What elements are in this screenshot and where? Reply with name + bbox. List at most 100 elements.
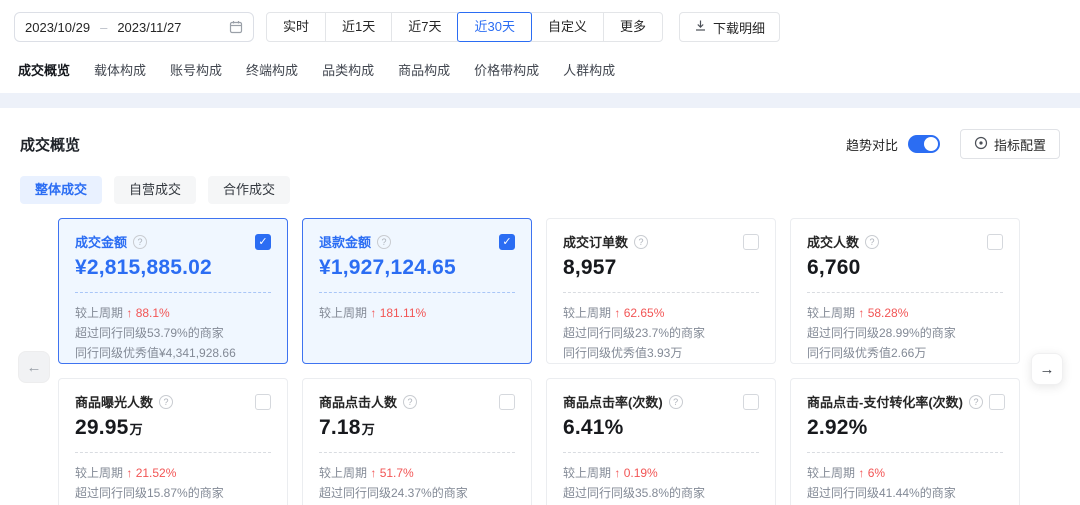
nav-tab[interactable]: 商品构成 (394, 58, 454, 81)
time-range-label: 自定义 (548, 19, 587, 34)
section-divider-band (0, 93, 1080, 108)
metric-trend: 较上周期 ↑ 51.7% (319, 463, 515, 483)
metric-card[interactable]: 商品点击率(次数) ? ✓ 6.41% 较上周期 ↑ 0.19% 超过同行同级3… (546, 378, 776, 505)
metric-value: 6.41% (563, 416, 759, 440)
time-range-button[interactable]: 近30天 (457, 12, 531, 42)
time-range-label: 近30天 (474, 19, 514, 34)
metric-title: 成交金额 (75, 232, 127, 251)
download-detail-button[interactable]: 下载明细 (679, 12, 780, 42)
time-range-button[interactable]: 近1天 (325, 12, 392, 42)
dashed-divider (807, 292, 1003, 293)
metric-card[interactable]: 商品点击人数 ? ✓ 7.18万 较上周期 ↑ 51.7% 超过同行同级24.3… (302, 378, 532, 505)
metric-card[interactable]: 退款金额 ? ✓ ¥1,927,124.65 较上周期 ↑ 181.11% (302, 218, 532, 364)
metric-title: 商品点击-支付转化率(次数) (807, 392, 963, 411)
help-icon[interactable]: ? (159, 395, 173, 409)
metric-peer-rank: 超过同行同级41.44%的商家 (807, 483, 1003, 503)
help-icon[interactable]: ? (634, 235, 648, 249)
metric-peer-rank: 超过同行同级15.87%的商家 (75, 483, 271, 503)
up-arrow-icon: ↑ (126, 466, 132, 480)
dashed-divider (75, 292, 271, 293)
toggle-knob (924, 137, 938, 151)
nav-tab[interactable]: 账号构成 (166, 58, 226, 81)
dashed-divider (319, 292, 515, 293)
time-range-button[interactable]: 更多 (603, 12, 663, 42)
metric-trend: 较上周期 ↑ 62.65% (563, 303, 759, 323)
target-config-icon (974, 136, 988, 153)
metric-checkbox[interactable]: ✓ (987, 234, 1003, 250)
date-range-input[interactable]: 2023/10/29 – 2023/11/27 (14, 12, 254, 42)
help-icon[interactable]: ? (969, 395, 983, 409)
metric-checkbox[interactable]: ✓ (989, 394, 1005, 410)
metric-trend: 较上周期 ↑ 6% (807, 463, 1003, 483)
time-range-button[interactable]: 实时 (266, 12, 326, 42)
download-label: 下载明细 (713, 18, 765, 37)
metric-card[interactable]: 商品曝光人数 ? ✓ 29.95万 较上周期 ↑ 21.52% 超过同行同级15… (58, 378, 288, 505)
nav-tab[interactable]: 成交概览 (14, 58, 74, 81)
download-icon (694, 19, 707, 35)
metric-card[interactable]: 商品点击-支付转化率(次数) ? ✓ 2.92% 较上周期 ↑ 6% 超过同行同… (790, 378, 1020, 505)
deal-type-tabs: 整体成交自营成交合作成交 (20, 176, 1060, 204)
metric-value: 8,957 (563, 256, 759, 280)
metric-peer-rank: 超过同行同级23.7%的商家 (563, 323, 759, 343)
time-range-label: 更多 (620, 19, 646, 34)
help-icon[interactable]: ? (377, 235, 391, 249)
metric-config-button[interactable]: 指标配置 (960, 129, 1060, 159)
nav-tab[interactable]: 人群构成 (559, 58, 619, 81)
metric-checkbox[interactable]: ✓ (743, 394, 759, 410)
trend-compare-toggle[interactable] (908, 135, 940, 153)
metric-peer-rank: 超过同行同级24.37%的商家 (319, 483, 515, 503)
metric-checkbox[interactable]: ✓ (499, 394, 515, 410)
up-arrow-icon: ↑ (614, 466, 620, 480)
trend-compare-label: 趋势对比 (846, 135, 898, 154)
metric-cards-grid: 成交金额 ? ✓ ¥2,815,885.02 较上周期 ↑ 88.1% 超过同行… (58, 218, 1020, 505)
metric-title: 成交订单数 (563, 232, 628, 251)
time-range-button-group: 实时 近1天近7天 近30天 自定义 更多 (266, 12, 663, 42)
date-end: 2023/11/27 (117, 20, 181, 35)
carousel-prev-button[interactable]: ← (18, 351, 50, 383)
nav-tab[interactable]: 终端构成 (242, 58, 302, 81)
up-arrow-icon: ↑ (614, 306, 620, 320)
deal-type-tab[interactable]: 自营成交 (114, 176, 196, 204)
metric-checkbox[interactable]: ✓ (743, 234, 759, 250)
help-icon[interactable]: ? (669, 395, 683, 409)
page-title: 成交概览 (20, 134, 80, 155)
metric-cards-carousel: ← 成交金额 ? ✓ ¥2,815,885.02 较上周期 ↑ 88.1% 超过… (20, 218, 1060, 505)
metric-value: 2.92% (807, 416, 1003, 440)
up-arrow-icon: ↑ (126, 306, 132, 320)
nav-tab[interactable]: 载体构成 (90, 58, 150, 81)
dashed-divider (319, 452, 515, 453)
metric-checkbox[interactable]: ✓ (255, 234, 271, 250)
metric-title: 成交人数 (807, 232, 859, 251)
time-range-button[interactable]: 自定义 (531, 12, 604, 42)
carousel-next-button[interactable]: → (1031, 353, 1063, 385)
top-toolbar: 2023/10/29 – 2023/11/27 实时 近1天近7天 近30天 自定义 更… (0, 0, 1080, 93)
time-range-label: 实时 (283, 19, 309, 34)
metric-title: 商品点击率(次数) (563, 392, 663, 411)
help-icon[interactable]: ? (403, 395, 417, 409)
metric-checkbox[interactable]: ✓ (255, 394, 271, 410)
deal-type-tab[interactable]: 合作成交 (208, 176, 290, 204)
metric-checkbox[interactable]: ✓ (499, 234, 515, 250)
metric-trend: 较上周期 ↑ 58.28% (807, 303, 1003, 323)
deal-type-tab[interactable]: 整体成交 (20, 176, 102, 204)
metric-trend: 较上周期 ↑ 0.19% (563, 463, 759, 483)
metric-value: 7.18万 (319, 416, 515, 440)
nav-tab[interactable]: 品类构成 (318, 58, 378, 81)
metric-card[interactable]: 成交人数 ? ✓ 6,760 较上周期 ↑ 58.28% 超过同行同级28.99… (790, 218, 1020, 364)
help-icon[interactable]: ? (865, 235, 879, 249)
help-icon[interactable]: ? (133, 235, 147, 249)
date-start: 2023/10/29 (25, 20, 90, 35)
metric-title: 商品曝光人数 (75, 392, 153, 411)
metric-config-label: 指标配置 (994, 135, 1046, 154)
left-arrow-icon: ← (27, 359, 42, 376)
calendar-icon[interactable] (229, 20, 243, 34)
metric-card[interactable]: 成交金额 ? ✓ ¥2,815,885.02 较上周期 ↑ 88.1% 超过同行… (58, 218, 288, 364)
metric-card[interactable]: 成交订单数 ? ✓ 8,957 较上周期 ↑ 62.65% 超过同行同级23.7… (546, 218, 776, 364)
time-range-button[interactable]: 近7天 (391, 12, 458, 42)
metric-trend: 较上周期 ↑ 21.52% (75, 463, 271, 483)
nav-tab[interactable]: 价格带构成 (470, 58, 543, 81)
metric-peer-rank: 超过同行同级53.79%的商家 (75, 323, 271, 343)
up-arrow-icon: ↑ (858, 466, 864, 480)
metric-peer-rank: 超过同行同级35.8%的商家 (563, 483, 759, 503)
main-content: 成交概览 趋势对比 指标配置 整体成交自营成交合作成交 ← 成交金额 ? ✓ (0, 108, 1080, 505)
